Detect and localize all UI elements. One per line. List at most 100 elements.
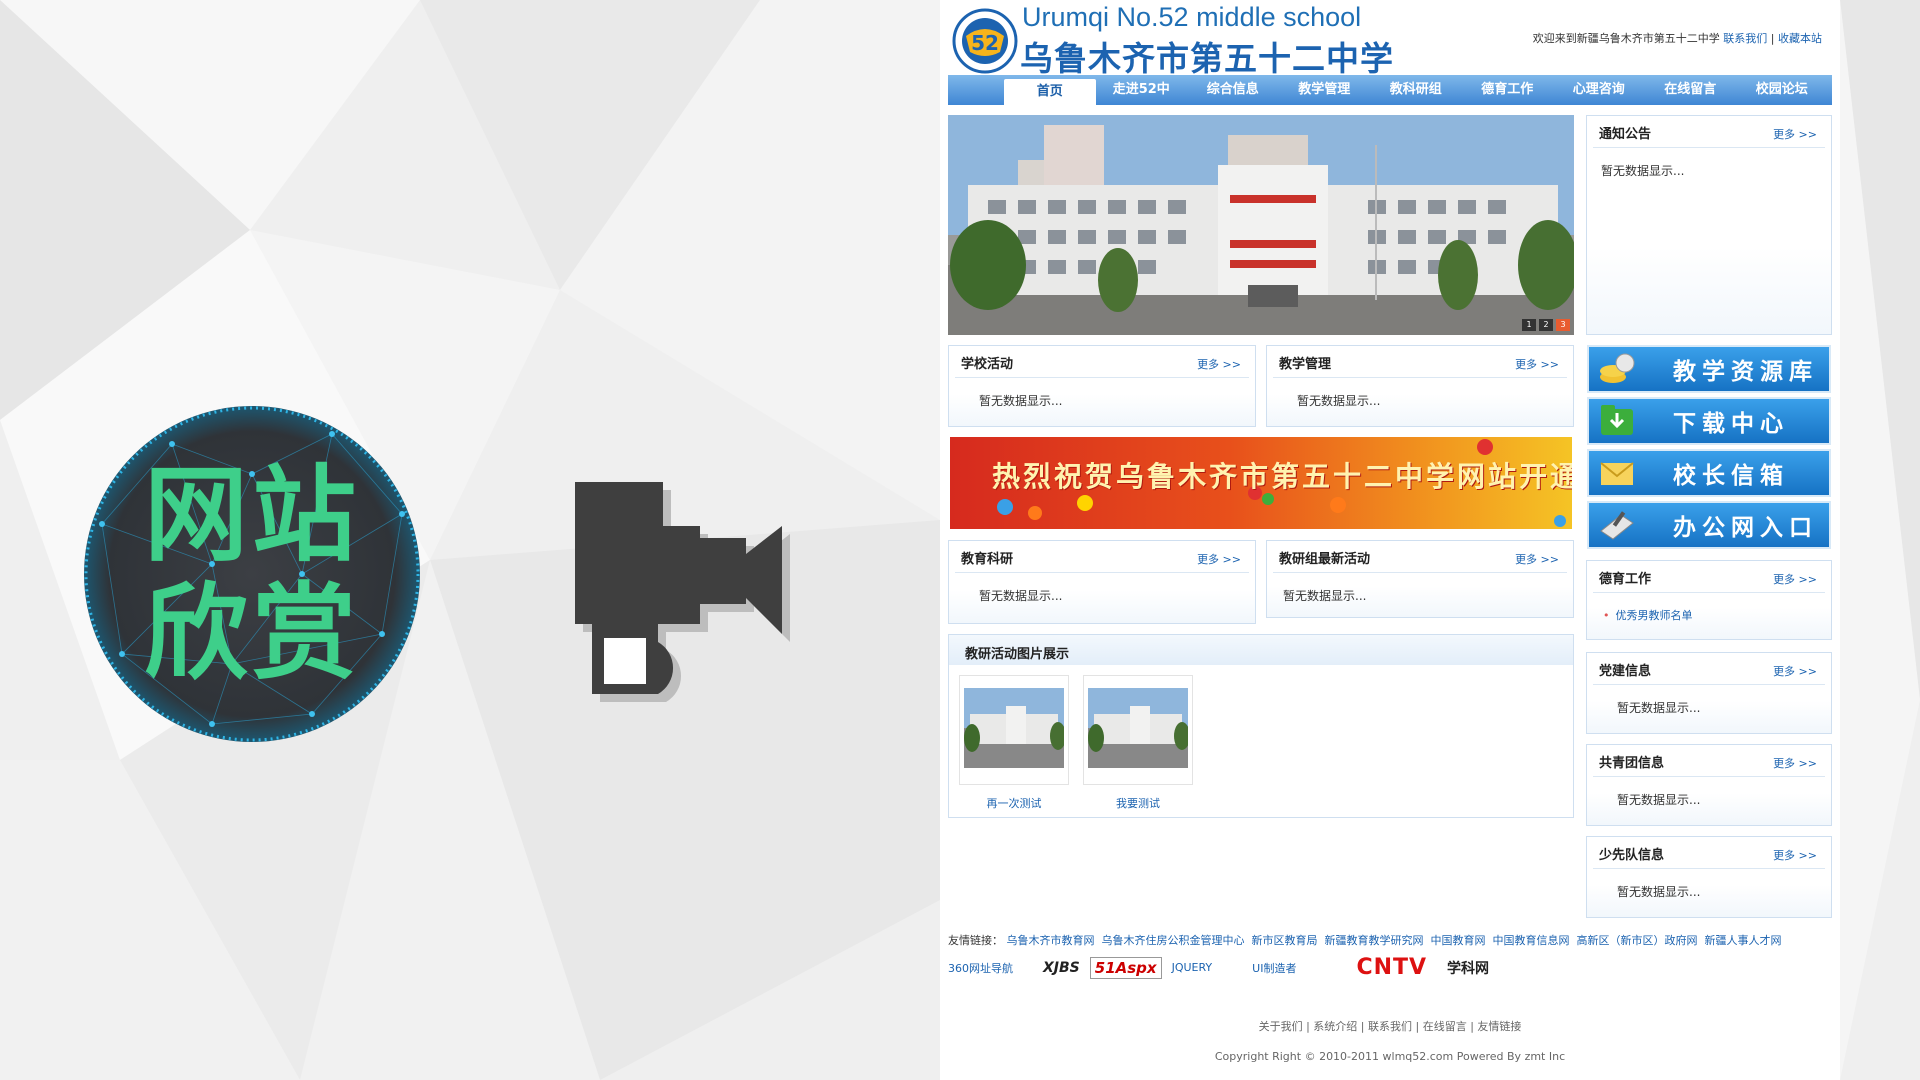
aspx-logo[interactable]: 51Aspx xyxy=(1089,956,1162,979)
link-4[interactable]: 新疆教育教学研究网 xyxy=(1325,934,1424,947)
office-portal-button[interactable]: 办公网入口 xyxy=(1587,501,1831,549)
moral-list-item-label: 优秀男教师名单 xyxy=(1615,609,1693,622)
nav-research-groups[interactable]: 教科研组 xyxy=(1370,75,1462,105)
link-7[interactable]: 高新区（新市区）政府网 xyxy=(1577,934,1698,947)
teaching-content: 暂无数据显示... xyxy=(1297,394,1381,408)
download-center-button[interactable]: 下载中心 xyxy=(1587,397,1831,445)
site-header: 52 Urumqi No.52 middle school 乌鲁木齐市第五十二中… xyxy=(940,0,1840,78)
link-360[interactable]: 360网址导航 xyxy=(948,960,1013,976)
notice-panel: 通知公告 更多 >> 暂无数据显示... xyxy=(1586,115,1832,335)
slide-dot-3[interactable]: 3 xyxy=(1556,319,1570,331)
footer-contact[interactable]: 联系我们 xyxy=(1368,1020,1412,1033)
pioneer-panel: 少先队信息 更多 >> 暂无数据显示... xyxy=(1586,836,1832,918)
mail-icon xyxy=(1600,462,1634,485)
league-more-link[interactable]: 更多 >> xyxy=(1773,755,1825,771)
coins-icon xyxy=(1600,353,1635,383)
welcome-bar: 欢迎来到新疆乌鲁木齐市第五十二中学 联系我们 | 收藏本站 xyxy=(1532,32,1822,45)
nav-home[interactable]: 首页 xyxy=(1004,79,1096,105)
slide-dot-2[interactable]: 2 xyxy=(1539,319,1553,331)
principal-mailbox-button[interactable]: 校长信箱 xyxy=(1587,449,1831,497)
group-activity-more-link[interactable]: 更多 >> xyxy=(1515,551,1567,567)
video-camera-icon xyxy=(575,482,790,702)
league-panel: 共青团信息 更多 >> 暂无数据显示... xyxy=(1586,744,1832,826)
party-more-link[interactable]: 更多 >> xyxy=(1773,663,1825,679)
link-1[interactable]: 乌鲁木齐市教育网 xyxy=(1007,934,1095,947)
footer-system[interactable]: 系统介绍 xyxy=(1313,1020,1357,1033)
footer-friends[interactable]: 友情链接 xyxy=(1477,1020,1521,1033)
footer-about[interactable]: 关于我们 xyxy=(1259,1020,1303,1033)
xjbs-logo[interactable]: XJBS xyxy=(1043,960,1080,976)
office-portal-label: 办公网入口 xyxy=(1673,514,1818,541)
office-icon xyxy=(1600,511,1634,540)
school-logo-icon: 52 xyxy=(952,8,1018,74)
group-activity-panel: 教研组最新活动 更多 >> 暂无数据显示... xyxy=(1266,540,1574,618)
teaching-more-link[interactable]: 更多 >> xyxy=(1515,356,1567,372)
school-name-english: Urumqi No.52 middle school xyxy=(1022,2,1362,32)
website-screenshot: 52 Urumqi No.52 middle school 乌鲁木齐市第五十二中… xyxy=(940,0,1840,1080)
activities-more-link[interactable]: 更多 >> xyxy=(1197,356,1249,372)
link-8[interactable]: 新疆人事人才网 xyxy=(1705,934,1782,947)
slide-indicators: 1 2 3 xyxy=(1522,319,1570,331)
link-5[interactable]: 中国教育网 xyxy=(1431,934,1486,947)
party-content: 暂无数据显示... xyxy=(1617,701,1701,715)
notice-more-link[interactable]: 更多 >> xyxy=(1773,126,1825,142)
gallery-thumb-1[interactable] xyxy=(959,675,1069,785)
nav-teaching[interactable]: 教学管理 xyxy=(1279,75,1371,105)
nav-forum[interactable]: 校园论坛 xyxy=(1736,75,1828,105)
banner-slideshow[interactable]: 1 2 3 xyxy=(948,115,1574,335)
link-2[interactable]: 乌鲁木齐住房公积金管理中心 xyxy=(1102,934,1245,947)
link-jquery[interactable]: JQUERY xyxy=(1172,961,1213,974)
school-name-chinese: 乌鲁木齐市第五十二中学 xyxy=(1020,39,1394,78)
moral-list-item[interactable]: • 优秀男教师名单 xyxy=(1587,593,1831,623)
party-title: 党建信息 xyxy=(1599,664,1652,679)
pioneer-title: 少先队信息 xyxy=(1599,848,1665,863)
resource-library-label: 教学资源库 xyxy=(1673,358,1818,385)
cntv-logo[interactable]: CNTV xyxy=(1356,955,1427,980)
link-6[interactable]: 中国教育信息网 xyxy=(1493,934,1570,947)
photo-gallery: 教研活动图片展示 再一次测试 我要测试 xyxy=(948,634,1574,818)
gallery-photo-2 xyxy=(1088,688,1190,768)
bullet-icon: • xyxy=(1603,609,1610,622)
favorite-link[interactable]: 收藏本站 xyxy=(1778,32,1822,45)
links-label: 友情链接： xyxy=(948,934,1003,947)
research-content: 暂无数据显示... xyxy=(979,589,1063,603)
moral-title: 德育工作 xyxy=(1599,572,1652,587)
section-title: 网站 欣赏 xyxy=(82,404,422,744)
party-panel: 党建信息 更多 >> 暂无数据显示... xyxy=(1586,652,1832,734)
link-3[interactable]: 新市区教育局 xyxy=(1252,934,1318,947)
pioneer-content: 暂无数据显示... xyxy=(1617,885,1701,899)
activities-content: 暂无数据显示... xyxy=(979,394,1063,408)
resource-library-button[interactable]: 教学资源库 xyxy=(1587,345,1831,393)
slide-dot-1[interactable]: 1 xyxy=(1522,319,1536,331)
folder-download-icon xyxy=(1601,405,1633,435)
nav-about[interactable]: 走进52中 xyxy=(1096,75,1188,105)
activities-title: 学校活动 xyxy=(961,357,1014,372)
celebration-banner[interactable]: 热烈祝贺乌鲁木齐市第五十二中学网站开通 xyxy=(950,437,1572,529)
footer-message[interactable]: 在线留言 xyxy=(1423,1020,1467,1033)
friendly-links-row2: 360网址导航 XJBS 51Aspx JQUERY UI制造者 CNTV 学科… xyxy=(948,955,1489,980)
teaching-panel: 教学管理 更多 >> 暂无数据显示... xyxy=(1266,345,1574,427)
research-title: 教育科研 xyxy=(961,552,1014,567)
research-panel: 教育科研 更多 >> 暂无数据显示... xyxy=(948,540,1256,624)
xuekewang-logo[interactable]: 学科网 xyxy=(1447,958,1489,978)
moral-more-link[interactable]: 更多 >> xyxy=(1773,571,1825,587)
nav-message[interactable]: 在线留言 xyxy=(1645,75,1737,105)
gallery-caption-1[interactable]: 再一次测试 xyxy=(959,795,1069,811)
league-title: 共青团信息 xyxy=(1599,756,1665,771)
activities-panel: 学校活动 更多 >> 暂无数据显示... xyxy=(948,345,1256,427)
nav-info[interactable]: 综合信息 xyxy=(1187,75,1279,105)
footer-links: 关于我们 | 系统介绍 | 联系我们 | 在线留言 | 友情链接 xyxy=(1258,1020,1522,1033)
pioneer-more-link[interactable]: 更多 >> xyxy=(1773,847,1825,863)
link-ui[interactable]: UI制造者 xyxy=(1252,960,1296,976)
section-title-line1: 网站 xyxy=(143,454,360,576)
gallery-thumb-2[interactable] xyxy=(1083,675,1193,785)
gallery-caption-2[interactable]: 我要测试 xyxy=(1083,795,1193,811)
research-more-link[interactable]: 更多 >> xyxy=(1197,551,1249,567)
notice-title: 通知公告 xyxy=(1599,127,1652,142)
nav-counseling[interactable]: 心理咨询 xyxy=(1553,75,1645,105)
download-center-label: 下载中心 xyxy=(1673,410,1789,437)
nav-moral[interactable]: 德育工作 xyxy=(1462,75,1554,105)
contact-link[interactable]: 联系我们 xyxy=(1723,32,1767,45)
notice-content: 暂无数据显示... xyxy=(1601,164,1685,178)
main-nav: 首页 走进52中 综合信息 教学管理 教科研组 德育工作 心理咨询 在线留言 校… xyxy=(948,75,1832,105)
